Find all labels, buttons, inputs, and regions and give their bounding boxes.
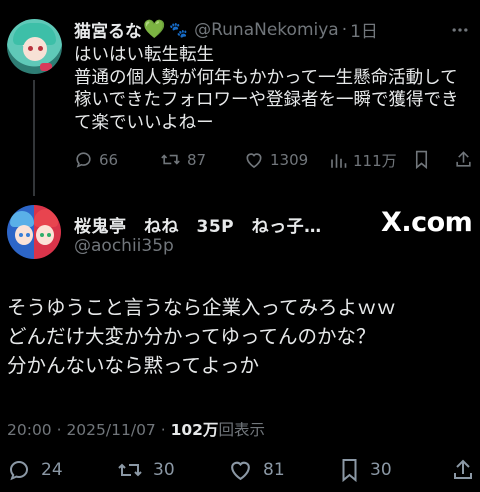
reply-button[interactable]: 66: [74, 150, 118, 169]
author-name[interactable]: 猫宮るな: [74, 17, 142, 42]
analytics-bars-icon: [329, 152, 347, 170]
repost-icon: [160, 150, 181, 169]
reply-icon: [74, 150, 93, 169]
like-count: 1309: [270, 150, 309, 169]
tweet-text-line: 普通の個人勢が何年もかかって一生懸命活動して: [74, 67, 458, 88]
tweet-text-line: 分かんないなら黙ってよっか: [7, 354, 259, 377]
reply-count: 24: [41, 460, 63, 480]
author-handle[interactable]: @RunaNekomiya: [194, 20, 339, 40]
views-count: 111万: [353, 152, 397, 170]
share-icon: [454, 150, 473, 169]
views-count: 102万: [170, 421, 219, 439]
tweet-text-line: どんだけ大変か分かってゆってんのかな？: [7, 325, 376, 348]
bookmark-button[interactable]: [413, 150, 436, 169]
avatar[interactable]: [7, 19, 62, 74]
reply-count: 66: [99, 150, 119, 169]
avatar[interactable]: [7, 205, 61, 259]
thread-connector-line: [33, 80, 35, 196]
x-com-watermark: X.com: [381, 207, 473, 238]
repost-button[interactable]: 87: [160, 150, 206, 169]
share-icon: [451, 458, 475, 482]
separator-dot: ·: [341, 19, 348, 40]
tweet-text-line: て楽でいいよねー: [74, 112, 214, 133]
bookmark-button[interactable]: 30: [339, 458, 392, 482]
tweet-text-line: 稼いできたフォロワーや登録者を一瞬で獲得でき: [74, 90, 459, 110]
like-button[interactable]: 1309: [244, 150, 308, 169]
author-handle[interactable]: @aochii35p: [74, 236, 174, 256]
repost-icon: [117, 458, 143, 482]
repost-button[interactable]: 30: [117, 458, 175, 482]
tweet-text-line: そうゆうこと言うなら企業入ってみろよｗｗ: [7, 296, 397, 319]
tweet-header: 猫宮るな 💚 🐾 @RunaNekomiya · 1日: [74, 17, 378, 42]
tweet-time[interactable]: 1日: [350, 17, 378, 42]
bookmark-icon: [339, 458, 360, 482]
tweet-text-line: はいはい転生転生: [74, 45, 214, 65]
heart-icon: [244, 150, 264, 169]
like-button[interactable]: 81: [228, 458, 285, 481]
views-label: 回表示: [218, 421, 265, 439]
share-button[interactable]: [451, 458, 480, 482]
tweet-action-bar: 24 30 81 30: [7, 458, 475, 484]
tweet-metadata: 20:00 · 2025/11/07 · 102万回表示: [7, 418, 265, 440]
repost-count: 30: [153, 460, 175, 480]
heart-icon: [228, 458, 253, 481]
bookmark-count: 30: [370, 460, 392, 480]
tweet-action-bar: 66 87 1309 111万: [74, 150, 474, 174]
views-button[interactable]: 111万: [329, 150, 397, 171]
paw-prints-icon: 🐾: [169, 20, 189, 39]
author-name[interactable]: 桜鬼亭 ねね 35P ねっ子…: [74, 212, 322, 237]
tweet-text: そうゆうこと言うなら企業入ってみろよｗｗ どんだけ大変か分かってゆってんのかな？…: [7, 293, 473, 380]
tweet-text: はいはい転生転生 普通の個人勢が何年もかかって一生懸命活動して 稼いできたフォロ…: [74, 44, 474, 134]
reply-icon: [7, 458, 31, 482]
green-heart-icon: 💚: [143, 19, 166, 40]
more-options-icon[interactable]: [450, 20, 470, 40]
bookmark-icon: [413, 150, 430, 169]
like-count: 81: [263, 459, 285, 480]
reply-parent-tweet[interactable]: 猫宮るな 💚 🐾 @RunaNekomiya · 1日 はいはい転生転生 普通の…: [0, 0, 480, 196]
reply-button[interactable]: 24: [7, 458, 63, 482]
tweet-timestamp[interactable]: 20:00 · 2025/11/07 ·: [7, 421, 171, 439]
share-button[interactable]: [454, 150, 479, 169]
repost-count: 87: [187, 150, 207, 169]
